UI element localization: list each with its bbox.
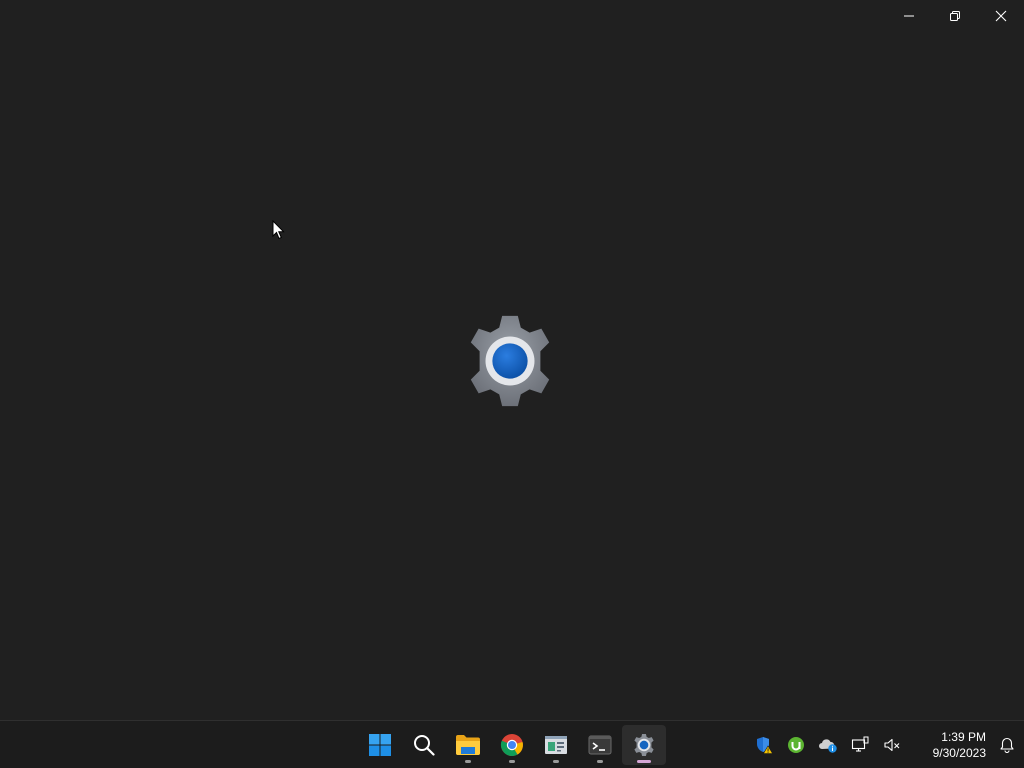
network-icon <box>851 736 869 752</box>
chrome-icon <box>500 733 523 756</box>
search-button[interactable] <box>402 725 446 765</box>
notifications-button[interactable] <box>992 729 1022 761</box>
mouse-cursor-icon <box>272 220 285 240</box>
settings-gear-icon <box>634 733 654 756</box>
running-indicator <box>465 759 471 763</box>
bell-icon <box>1000 737 1014 753</box>
close-button[interactable] <box>978 0 1024 32</box>
window-caption-buttons <box>886 0 1024 32</box>
utorrent-icon <box>788 736 804 753</box>
windows-logo-icon <box>369 733 391 756</box>
folder-icon <box>456 734 480 755</box>
desktop-screen: 1:39 PM 9/30/2023 <box>0 0 1024 768</box>
utorrent-tray[interactable] <box>780 729 812 761</box>
restore-icon <box>950 11 960 21</box>
settings-gear-icon <box>470 315 550 407</box>
taskbar: 1:39 PM 9/30/2023 <box>0 720 1024 768</box>
running-indicator <box>553 759 559 763</box>
control-panel-icon <box>545 735 567 754</box>
close-icon <box>995 10 1007 22</box>
clock[interactable]: 1:39 PM 9/30/2023 <box>912 729 992 761</box>
minimize-button[interactable] <box>886 0 932 32</box>
minimize-icon <box>904 15 914 17</box>
control-panel-button[interactable] <box>534 725 578 765</box>
taskbar-apps <box>358 721 666 768</box>
settings-button[interactable] <box>622 724 666 765</box>
system-tray: 1:39 PM 9/30/2023 <box>748 721 1024 768</box>
clock-time: 1:39 PM <box>941 729 986 744</box>
volume-tray[interactable] <box>876 729 908 761</box>
network-tray[interactable] <box>844 729 876 761</box>
running-indicator <box>597 759 603 763</box>
onedrive-tray[interactable] <box>812 729 844 761</box>
file-explorer-button[interactable] <box>446 725 490 765</box>
restore-button[interactable] <box>932 0 978 32</box>
start-button[interactable] <box>358 725 402 765</box>
terminal-button[interactable] <box>578 725 622 765</box>
active-indicator <box>637 759 651 763</box>
cloud-info-icon <box>819 738 837 753</box>
windows-security-tray[interactable] <box>748 729 780 761</box>
speaker-muted-icon <box>884 738 900 751</box>
chrome-button[interactable] <box>490 725 534 765</box>
search-icon <box>414 734 435 756</box>
shield-warning-icon <box>757 736 773 754</box>
running-indicator <box>509 759 515 763</box>
clock-date: 9/30/2023 <box>932 745 986 760</box>
terminal-icon <box>588 735 612 754</box>
